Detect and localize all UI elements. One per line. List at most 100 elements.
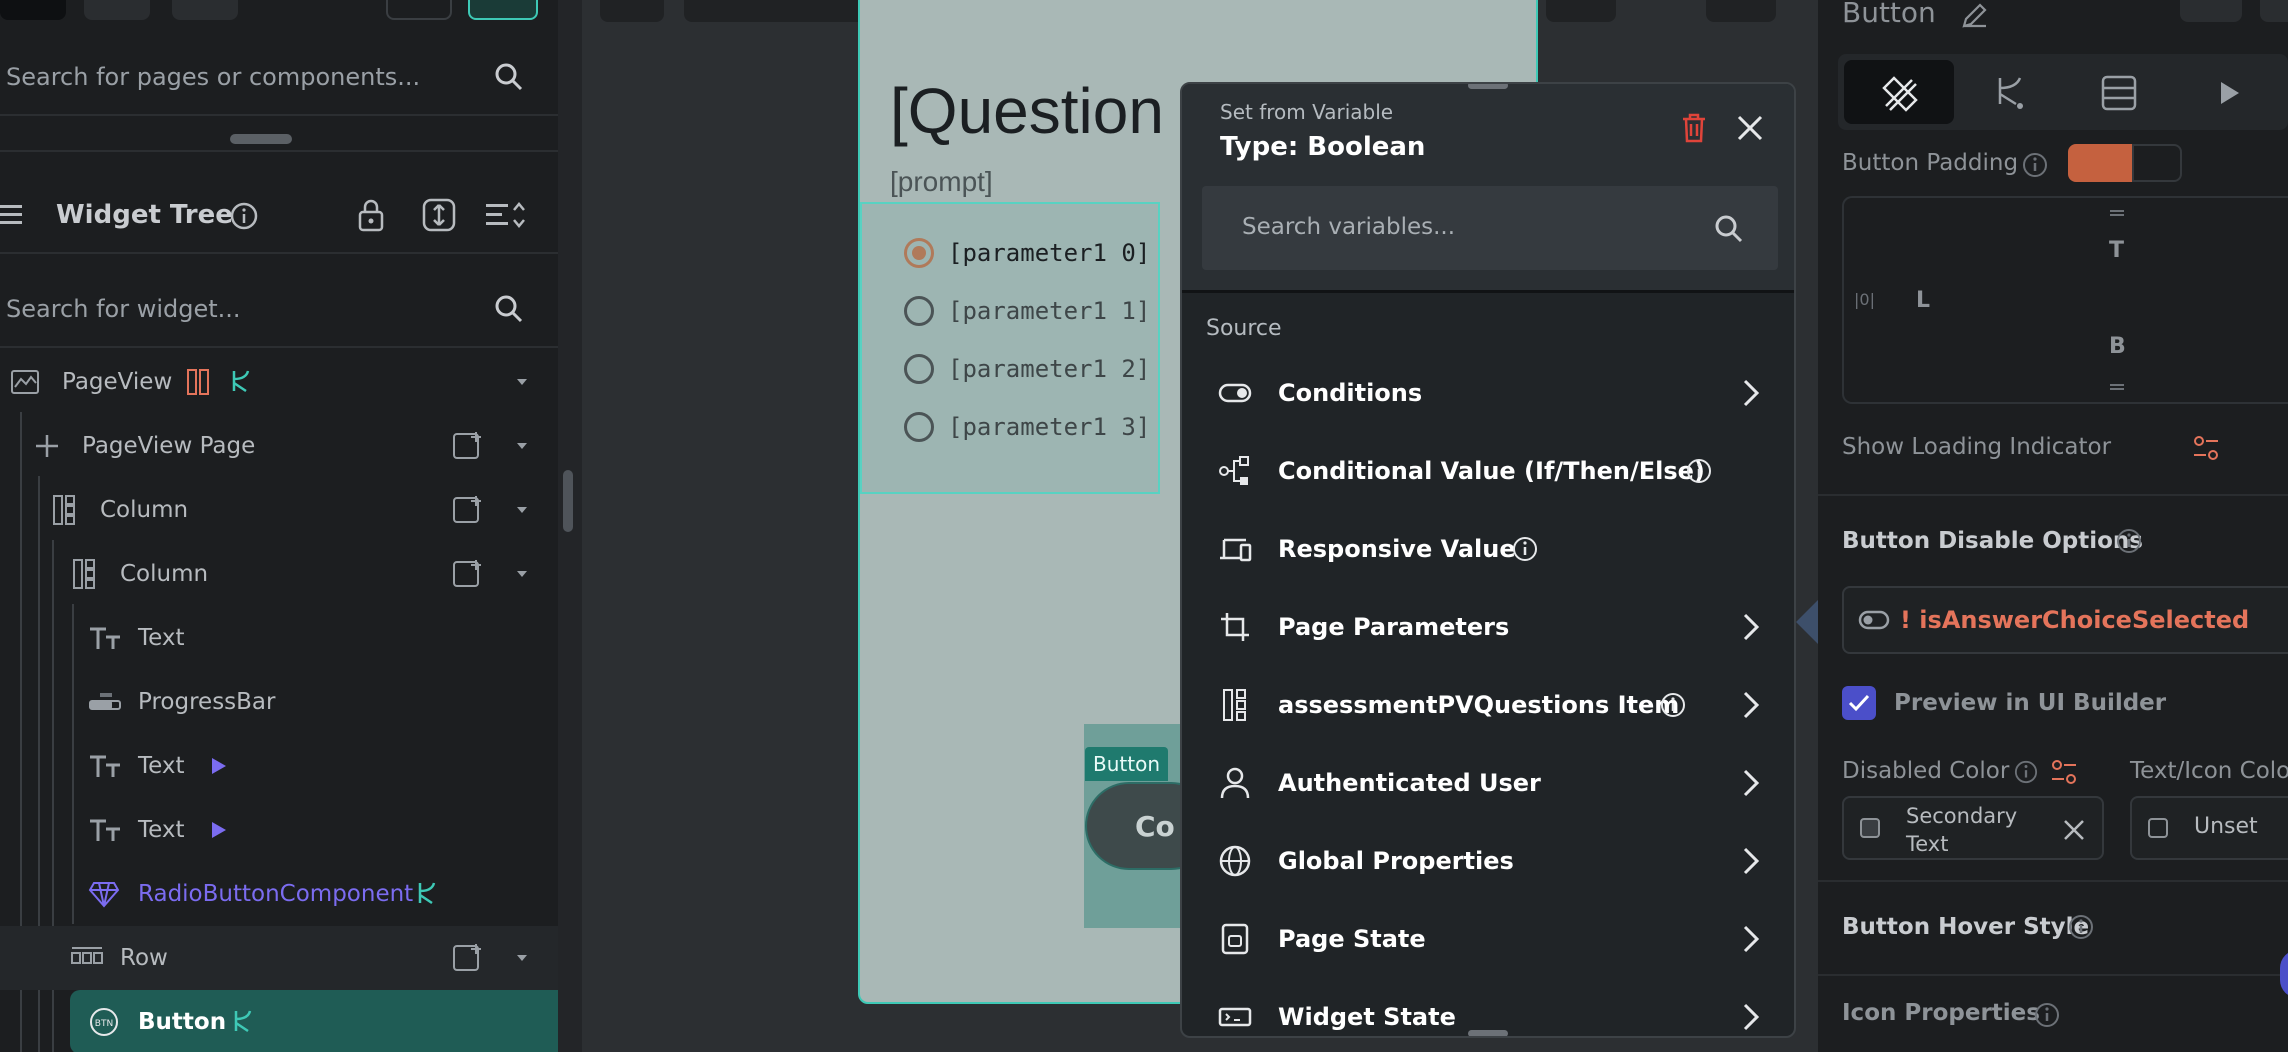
tree-item-row[interactable]: Row	[0, 926, 558, 990]
padding-left-handle[interactable]: |0|	[1854, 290, 1875, 309]
menu-icon[interactable]	[0, 202, 26, 228]
disabled-color-field[interactable]: Secondary Text	[1842, 796, 2104, 860]
toolbar-button-5[interactable]	[468, 0, 538, 20]
action-flow-icon[interactable]	[226, 367, 256, 397]
tree-item-button[interactable]: BTN Button	[70, 990, 558, 1052]
tree-item-pageview[interactable]: PageView	[0, 350, 558, 414]
toolbar-button-3[interactable]	[172, 0, 238, 20]
source-item-conditional-value[interactable]: Conditional Value (If/Then/Else)	[1182, 432, 1794, 510]
source-item-global-properties[interactable]: Global Properties	[1182, 822, 1794, 900]
radio-option[interactable]: [parameter1 2]	[904, 354, 1150, 384]
add-child-icon[interactable]	[452, 558, 484, 590]
chevron-down-icon[interactable]	[515, 953, 529, 963]
canvas-tool-button[interactable]	[1706, 0, 1776, 22]
question-title[interactable]: [Question	[890, 74, 1164, 148]
widget-search[interactable]: Search for widget...	[0, 284, 558, 334]
trash-icon[interactable]	[1680, 112, 1708, 144]
scrollbar-thumb[interactable]	[563, 470, 573, 532]
canvas-tool-button[interactable]	[684, 0, 886, 22]
info-icon[interactable]	[2068, 914, 2094, 940]
widget-search-input[interactable]: Search for widget...	[6, 295, 241, 323]
panel-action-button[interactable]	[2180, 0, 2242, 22]
source-item-page-parameters[interactable]: Page Parameters	[1182, 588, 1794, 666]
chevron-down-icon[interactable]	[515, 377, 529, 387]
variable-search-field[interactable]: Search variables...	[1202, 186, 1778, 270]
variable-binding-icon[interactable]	[2050, 758, 2078, 786]
info-icon[interactable]	[2022, 152, 2048, 178]
edit-pencil-icon[interactable]	[1960, 0, 1990, 30]
sort-options-icon[interactable]	[486, 200, 526, 230]
variable-search-input[interactable]: Search variables...	[1242, 214, 1455, 240]
info-icon[interactable]	[2034, 1002, 2060, 1028]
search-icon[interactable]	[1714, 214, 1744, 244]
action-flow-icon[interactable]	[412, 879, 442, 909]
toolbar-button-4[interactable]	[386, 0, 452, 20]
search-icon[interactable]	[494, 62, 524, 92]
radio-unselected-icon[interactable]	[904, 296, 934, 326]
tree-item-text[interactable]: Text	[0, 606, 558, 670]
add-child-icon[interactable]	[452, 430, 484, 462]
tree-item-radiobuttoncomponent[interactable]: RadioButtonComponent	[0, 862, 558, 926]
info-icon[interactable]	[1660, 692, 1686, 718]
tree-item-pageview-page[interactable]: PageView Page	[0, 414, 558, 478]
variable-binding-icon[interactable]	[2192, 434, 2220, 462]
resize-handle[interactable]	[230, 134, 292, 144]
info-icon[interactable]	[2014, 760, 2038, 784]
toolbar-button-2[interactable]	[84, 0, 150, 20]
text-icon-color-field[interactable]: Unset	[2130, 796, 2288, 860]
source-item-authenticated-user[interactable]: Authenticated User	[1182, 744, 1794, 822]
play-icon[interactable]	[210, 756, 228, 776]
padding-uniform-toggle[interactable]	[2068, 144, 2132, 182]
padding-top-handle[interactable]	[2110, 210, 2124, 216]
chevron-down-icon[interactable]	[515, 441, 529, 451]
chevron-down-icon[interactable]	[515, 505, 529, 515]
question-prompt[interactable]: [prompt]	[890, 166, 993, 198]
canvas-tool-button[interactable]	[600, 0, 664, 22]
source-item-widget-state[interactable]: Widget State	[1182, 978, 1794, 1036]
page-search-input[interactable]: Search for pages or components...	[6, 63, 420, 91]
preview-checkbox[interactable]	[1842, 686, 1876, 720]
radio-option[interactable]: [parameter1 1]	[904, 296, 1150, 326]
info-icon[interactable]	[1512, 536, 1538, 562]
popup-resize-handle[interactable]	[1468, 84, 1508, 89]
padding-top-value[interactable]: T	[2109, 238, 2124, 263]
tab-animations[interactable]	[2174, 60, 2284, 124]
chevron-down-icon[interactable]	[515, 569, 529, 579]
radio-button-component[interactable]: [parameter1 0] [parameter1 1] [parameter…	[860, 202, 1160, 494]
add-child-icon[interactable]	[452, 494, 484, 526]
action-flow-icon[interactable]	[228, 1007, 258, 1037]
radio-unselected-icon[interactable]	[904, 412, 934, 442]
add-child-icon[interactable]	[452, 942, 484, 974]
lock-icon[interactable]	[356, 198, 386, 232]
canvas-tool-button[interactable]	[1546, 0, 1616, 22]
tree-item-text[interactable]: Text	[0, 734, 558, 798]
padding-left-value[interactable]: L	[1916, 288, 1930, 313]
tab-backend-query[interactable]	[2064, 60, 2174, 124]
tree-item-column[interactable]: Column	[0, 542, 558, 606]
search-icon[interactable]	[494, 294, 524, 324]
expand-collapse-icon[interactable]	[422, 198, 456, 232]
popup-resize-handle[interactable]	[1468, 1030, 1508, 1036]
plus-icon[interactable]	[32, 431, 62, 461]
radio-option[interactable]: [parameter1 0]	[904, 238, 1150, 268]
source-item-conditions[interactable]: Conditions	[1182, 354, 1794, 432]
info-icon[interactable]	[1686, 458, 1712, 484]
tree-item-progressbar[interactable]: ProgressBar	[0, 670, 558, 734]
clear-icon[interactable]	[2062, 818, 2086, 842]
tab-actions[interactable]	[1954, 60, 2064, 124]
tab-properties[interactable]	[1844, 60, 1954, 124]
radio-selected-icon[interactable]	[904, 238, 934, 268]
padding-bottom-value[interactable]: B	[2109, 334, 2126, 359]
page-search[interactable]: Search for pages or components...	[0, 52, 558, 102]
close-icon[interactable]	[1736, 114, 1764, 142]
source-item-page-state[interactable]: Page State	[1182, 900, 1794, 978]
panel-action-button[interactable]	[2260, 0, 2288, 22]
radio-unselected-icon[interactable]	[904, 354, 934, 384]
source-item-responsive-value[interactable]: Responsive Value	[1182, 510, 1794, 588]
radio-option[interactable]: [parameter1 3]	[904, 412, 1150, 442]
toolbar-button-1[interactable]	[0, 0, 66, 20]
tree-item-text[interactable]: Text	[0, 798, 558, 862]
disable-variable-field[interactable]: ! isAnswerChoiceSelected	[1842, 586, 2288, 654]
tree-item-column[interactable]: Column	[0, 478, 558, 542]
source-item-assessment-item[interactable]: assessmentPVQuestions Item	[1182, 666, 1794, 744]
